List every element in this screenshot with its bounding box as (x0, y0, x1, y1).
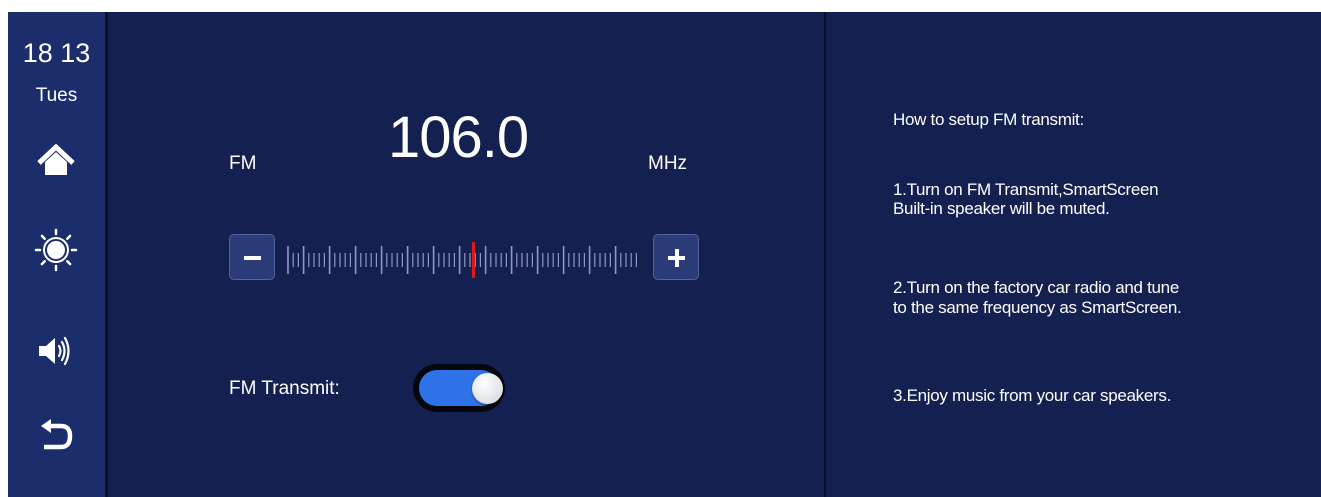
home-icon (37, 143, 75, 175)
fm-transmit-toggle[interactable] (413, 364, 505, 412)
tuner-scale[interactable] (284, 242, 642, 278)
help-step1-line2: Built-in speaker will be muted. (893, 199, 1110, 218)
sidebar: 18 13 Tues (8, 12, 105, 497)
home-button[interactable] (26, 136, 86, 186)
volume-icon (39, 336, 70, 366)
fm-transmit-screen: 18 13 Tues FM 106.0 MHz FM Transmit: How… (8, 12, 1321, 497)
fm-transmit-label: FM Transmit: (229, 378, 340, 399)
tuner-indicator (472, 242, 475, 278)
help-title: How to setup FM transmit: (893, 110, 1084, 129)
help-step2-line1: 2.Turn on the factory car radio and tune (893, 278, 1179, 297)
band-label: FM (229, 153, 257, 174)
help-step1-line1: 1.Turn on FM Transmit,SmartScreen (893, 180, 1159, 199)
frequency-display: 106.0 (388, 105, 529, 170)
brightness-icon (34, 228, 78, 272)
help-step2-line2: to the same frequency as SmartScreen. (893, 298, 1182, 317)
unit-label: MHz (648, 153, 688, 174)
volume-button[interactable] (26, 326, 86, 376)
back-icon (41, 419, 73, 450)
frequency-decrease-button[interactable] (229, 234, 275, 280)
brightness-button[interactable] (26, 225, 86, 275)
help-step3: 3.Enjoy music from your car speakers. (893, 386, 1172, 405)
panel-divider (824, 12, 826, 497)
back-button[interactable] (26, 411, 86, 461)
clock: 18 13 (22, 38, 91, 68)
sidebar-divider (105, 12, 108, 497)
frequency-increase-button[interactable] (653, 234, 699, 280)
day-label: Tues (35, 85, 78, 106)
toggle-knob (472, 373, 503, 404)
minus-icon (244, 256, 261, 260)
